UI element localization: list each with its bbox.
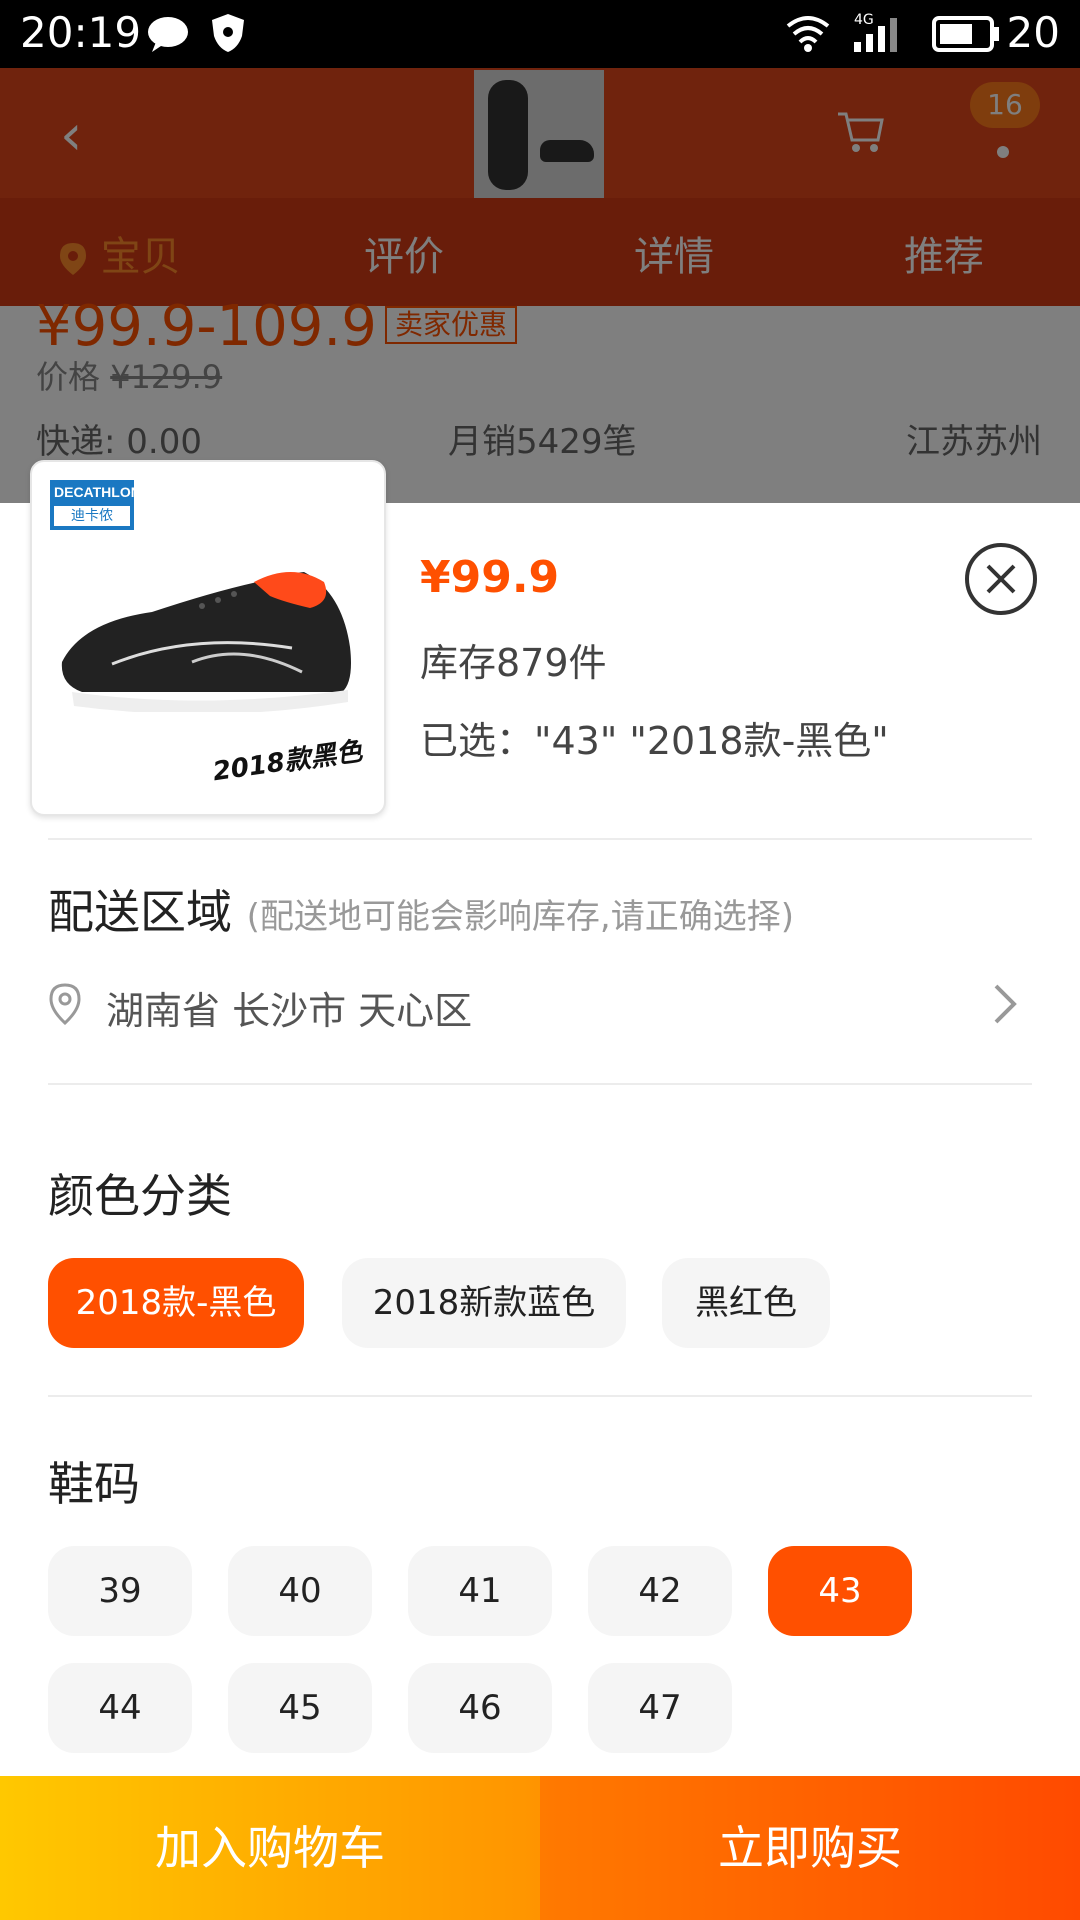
size-section-title: 鞋码	[48, 1457, 140, 1511]
size-option-46[interactable]: 46	[408, 1663, 552, 1753]
selected-summary: 已选："43" "2018款-黑色"	[420, 719, 889, 763]
message-icon	[148, 17, 188, 52]
image-caption: 2018款黑色	[210, 736, 364, 788]
sku-price: ¥99.9	[420, 552, 560, 603]
delivery-address[interactable]: 湖南省 长沙市 天心区	[106, 980, 472, 1035]
signal-icon	[854, 18, 897, 52]
close-icon[interactable]	[964, 542, 1038, 616]
delivery-hint: (配送地可能会影响库存,请正确选择)	[246, 897, 794, 937]
status-time: 20:19	[20, 8, 142, 57]
color-option-black-red[interactable]: 黑红色	[662, 1258, 830, 1348]
shoe-image	[61, 572, 351, 712]
brand-logo: DECATHLON 迪卡侬	[50, 480, 141, 530]
size-option-40[interactable]: 40	[228, 1546, 372, 1636]
battery-icon	[932, 16, 999, 52]
add-to-cart-button[interactable]: 加入购物车	[0, 1776, 540, 1920]
location-pin-icon	[49, 983, 81, 1026]
divider	[48, 1395, 1032, 1397]
color-section-title: 颜色分类	[48, 1169, 232, 1223]
color-option-black-2018[interactable]: 2018款-黑色	[48, 1258, 304, 1348]
wifi-icon	[786, 16, 830, 52]
size-option-41[interactable]: 41	[408, 1546, 552, 1636]
size-option-47[interactable]: 47	[588, 1663, 732, 1753]
size-option-42[interactable]: 42	[588, 1546, 732, 1636]
divider	[48, 838, 1032, 840]
size-option-43[interactable]: 43	[768, 1546, 912, 1636]
shield-icon	[212, 14, 244, 52]
size-option-39[interactable]: 39	[48, 1546, 192, 1636]
action-bar: 加入购物车 立即购买	[0, 1776, 1080, 1920]
buy-now-button[interactable]: 立即购买	[540, 1776, 1080, 1920]
size-option-45[interactable]: 45	[228, 1663, 372, 1753]
size-option-44[interactable]: 44	[48, 1663, 192, 1753]
status-bar: 20:19 4G 20	[0, 0, 1080, 68]
battery-level: 20	[1006, 8, 1060, 57]
divider	[48, 1083, 1032, 1085]
color-option-blue-2018[interactable]: 2018新款蓝色	[342, 1258, 626, 1348]
product-page-background: ‹ 16 宝贝 评价 详情 推荐 ¥99.9-109.9 卖家优惠 价格 ¥12…	[0, 68, 1080, 503]
chevron-right-icon[interactable]	[990, 982, 1020, 1026]
stock-count: 库存879件	[420, 641, 607, 685]
product-image: DECATHLON 迪卡侬 2018款黑色	[30, 460, 386, 816]
overlay-dim[interactable]	[0, 68, 1080, 503]
delivery-section-title: 配送区域 (配送地可能会影响库存,请正确选择)	[48, 885, 794, 939]
